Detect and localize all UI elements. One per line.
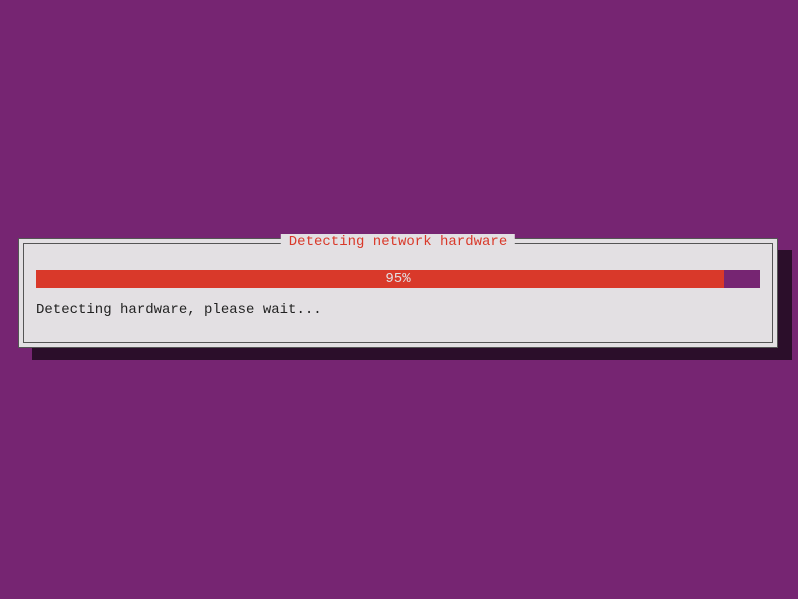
status-text: Detecting hardware, please wait... bbox=[36, 302, 760, 318]
dialog-inner: Detecting network hardware 95% Detecting… bbox=[23, 243, 773, 343]
progress-label: 95% bbox=[36, 271, 760, 287]
dialog-box: Detecting network hardware 95% Detecting… bbox=[18, 238, 778, 348]
progress-bar: 95% bbox=[36, 270, 760, 288]
dialog-title: Detecting network hardware bbox=[281, 234, 515, 250]
